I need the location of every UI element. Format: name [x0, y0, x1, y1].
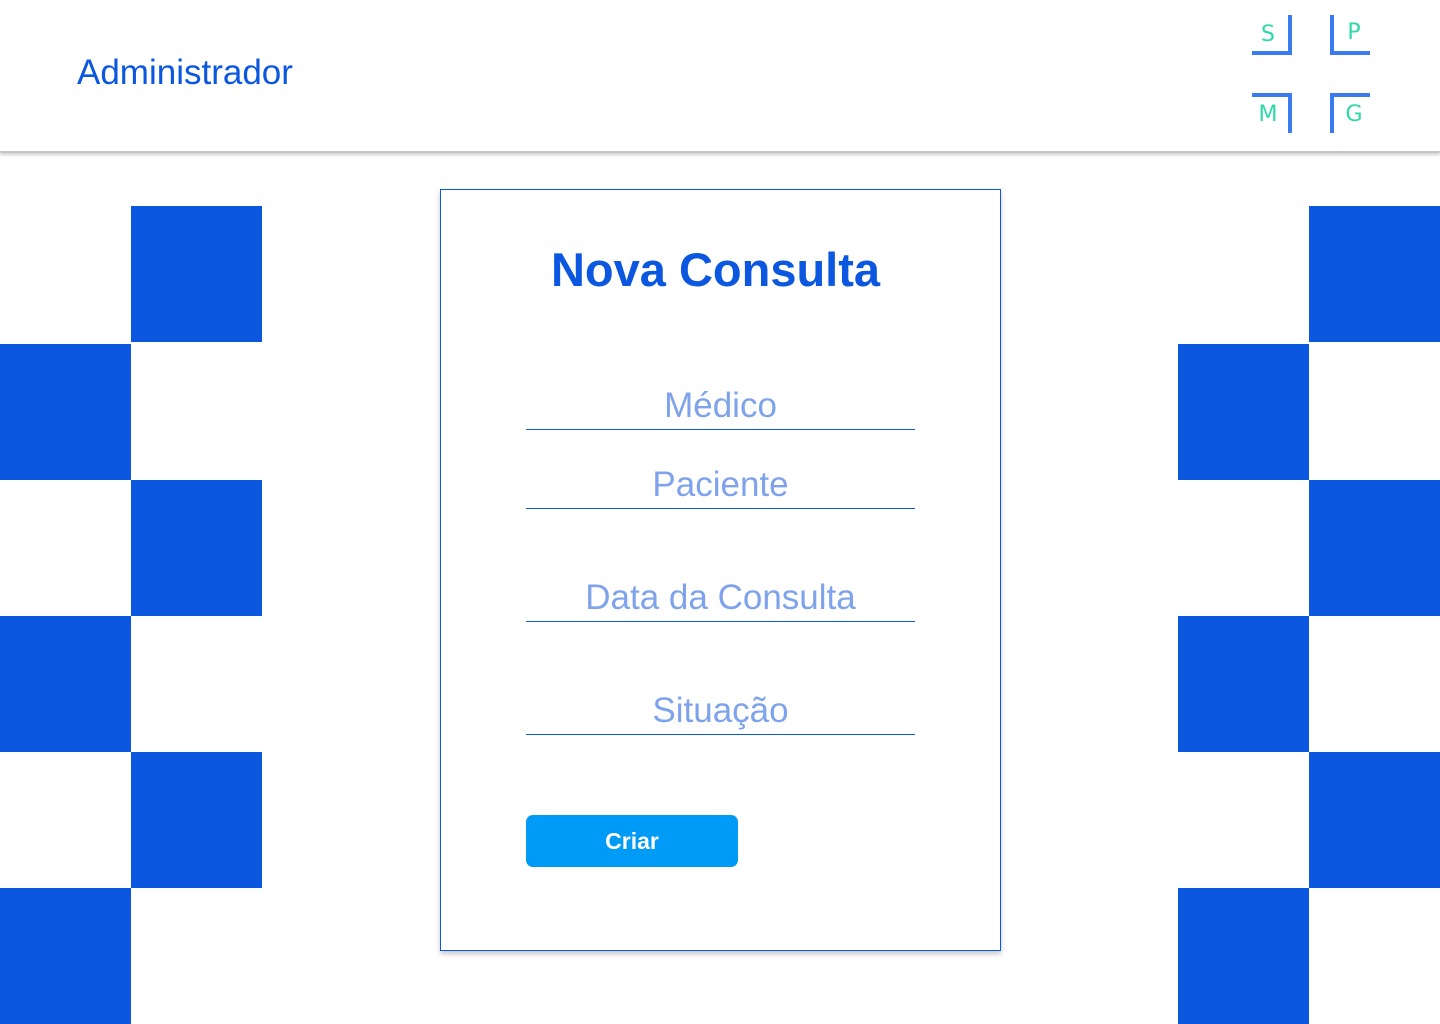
decor-square-left: [0, 616, 131, 752]
decor-square-right: [1178, 344, 1309, 480]
situacao-field: [526, 689, 915, 735]
logo-cell-s: S: [1252, 15, 1292, 55]
data-consulta-input[interactable]: [526, 576, 915, 622]
spmg-logo: S P M G: [1250, 15, 1372, 135]
header-title: Administrador: [77, 53, 293, 92]
medico-field: [526, 384, 915, 430]
paciente-field: [526, 463, 915, 509]
data-consulta-field: [526, 576, 915, 622]
decor-square-right: [1309, 752, 1440, 888]
medico-input[interactable]: [526, 384, 915, 430]
decor-square-right: [1178, 888, 1309, 1024]
decor-square-left: [0, 344, 131, 480]
logo-letter-s: S: [1261, 22, 1275, 47]
form-title: Nova Consulta: [550, 243, 881, 296]
decor-square-right: [1309, 480, 1440, 616]
logo-cell-g: G: [1330, 93, 1370, 133]
decor-square-left: [0, 888, 131, 1024]
logo-letter-p: P: [1347, 20, 1361, 45]
decor-square-left: [131, 206, 262, 342]
decor-square-right: [1309, 206, 1440, 342]
app-header: Administrador S P M G: [0, 0, 1440, 153]
page: Administrador S P M G Nova Consulta Médi…: [0, 0, 1440, 1024]
logo-cell-m: M: [1252, 93, 1292, 133]
situacao-input[interactable]: [526, 689, 915, 735]
logo-cell-p: P: [1330, 15, 1370, 55]
decor-square-left: [131, 480, 262, 616]
paciente-input[interactable]: [526, 463, 915, 509]
decor-square-right: [1178, 616, 1309, 752]
logo-letter-m: M: [1258, 102, 1278, 127]
decor-square-left: [131, 752, 262, 888]
logo-letter-g: G: [1345, 102, 1363, 127]
new-consultation-card: Nova Consulta Criar: [440, 189, 1001, 951]
create-button[interactable]: Criar: [526, 815, 738, 867]
